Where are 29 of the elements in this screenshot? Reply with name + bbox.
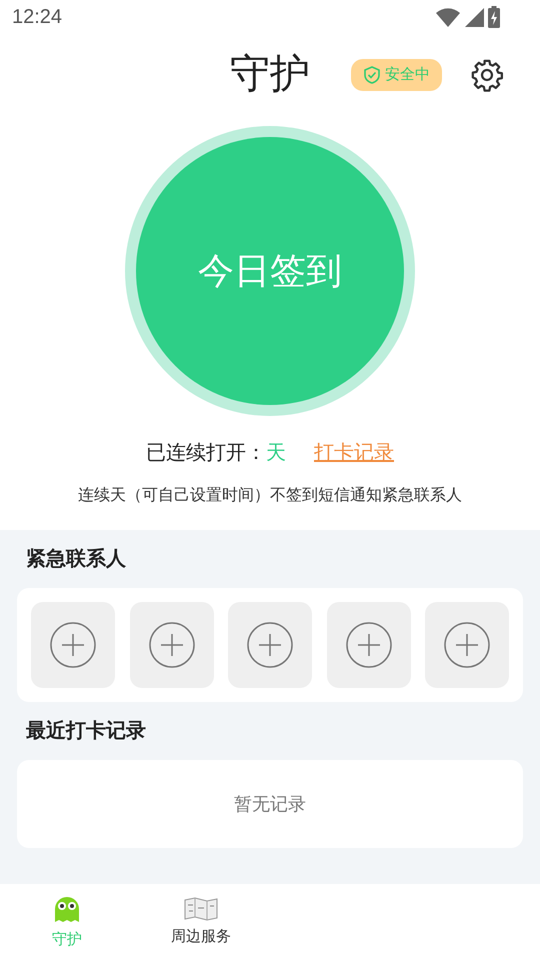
safety-badge: 安全中: [351, 59, 442, 91]
add-icon: [443, 621, 491, 669]
add-icon: [246, 621, 294, 669]
signal-icon: [464, 7, 484, 27]
nav-tab[interactable]: 周边服务: [134, 884, 268, 960]
wifi-icon: [436, 7, 460, 27]
add-contact-button[interactable]: [130, 602, 214, 688]
checkin-note: 连续天（可自己设置时间）不签到短信通知紧急联系人: [78, 486, 462, 506]
nav-tab[interactable]: 守护: [0, 884, 134, 960]
checkin-button[interactable]: 今日签到: [136, 137, 404, 405]
streak-label: 已连续打开：: [146, 441, 266, 466]
empty-message: 暂无记录: [234, 792, 306, 816]
shield-icon: [363, 66, 381, 84]
add-icon: [148, 621, 196, 669]
section-title: 最近打卡记录: [26, 719, 147, 744]
section-title: 紧急联系人: [26, 547, 127, 572]
settings-icon[interactable]: [470, 58, 504, 92]
add-contact-button[interactable]: [31, 602, 115, 688]
add-icon: [344, 621, 392, 669]
map-icon: [183, 896, 219, 922]
add-contact-button[interactable]: [425, 602, 509, 688]
add-contact-button[interactable]: [326, 602, 410, 688]
status-time: 12:24: [12, 5, 62, 30]
page-title: 守护: [230, 51, 310, 98]
streak-value: 天: [266, 441, 286, 466]
add-icon: [49, 621, 97, 669]
add-contact-button[interactable]: [228, 602, 312, 688]
battery-icon: [488, 6, 500, 28]
checkin-record-link[interactable]: 打卡记录: [314, 438, 394, 468]
